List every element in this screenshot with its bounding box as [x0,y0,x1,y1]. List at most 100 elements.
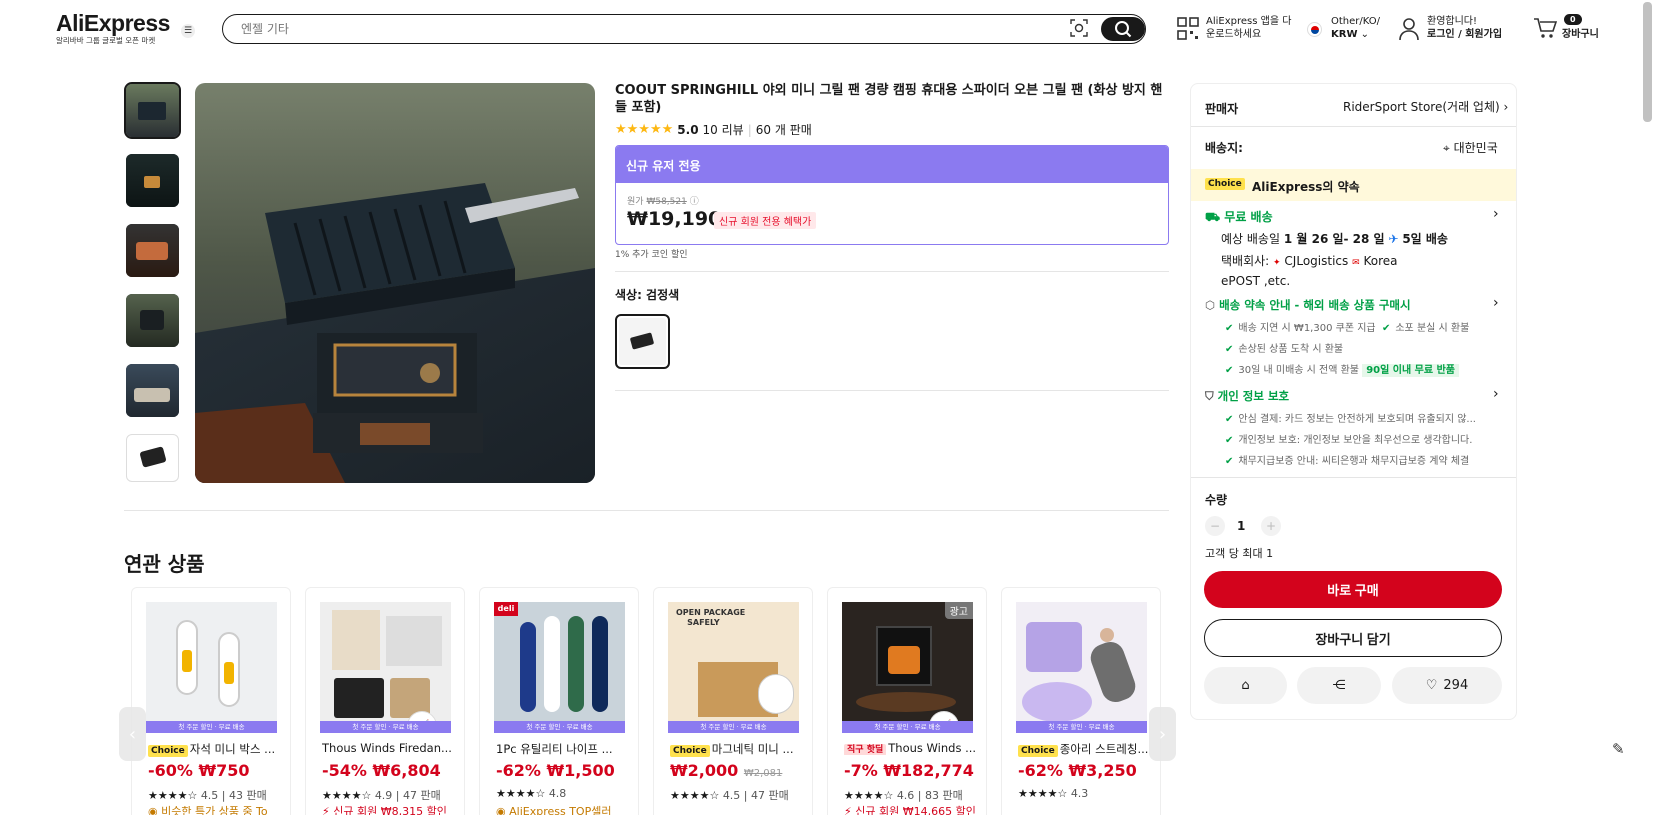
search-button[interactable] [1101,17,1145,41]
store-button[interactable]: ⌂ [1204,667,1287,704]
star-icon: ★★★★☆ [148,789,198,802]
delivery-guarantee-link[interactable]: ⬡ 배송 약속 안내 - 해외 배송 상품 구매시 [1205,297,1411,313]
price: ₩750 [198,761,250,780]
price-tag: 신규 회원 전용 혜택가 [714,212,817,229]
thumbnail-1[interactable] [124,82,181,139]
discount: -62% [496,761,541,780]
add-to-cart-button[interactable]: 장바구니 담기 [1204,619,1502,657]
courier-info: 택배회사: ✦ CJLogistics ✉ Korea ePOST ,etc. [1221,252,1451,290]
product-image-caption: OPEN PACKAGE SAFELY [676,608,746,627]
eta-prefix: 예상 배송일 [1221,232,1281,246]
original-price: ₩2,081 [743,768,783,779]
carousel-prev-button[interactable]: ‹ [119,707,146,761]
divider [124,510,1169,511]
thumbnail-4[interactable] [126,294,179,347]
product-card[interactable]: 첫 주문 할인 · 무료 배송 Choice 자석 미니 박스 ... -60% … [131,587,291,815]
thumbnail-3[interactable] [126,224,179,277]
store-icon: ⌂ [1241,678,1250,693]
original-price-value: ₩58,521 [646,197,687,207]
rating: 4.8 [548,787,567,800]
share-button[interactable]: ⋲ [1297,667,1381,704]
courier-cj: CJLogistics [1284,254,1349,268]
privacy-link[interactable]: ⛉ 개인 정보 보호 [1205,388,1289,404]
price: ₩182,774 [883,761,974,780]
page-scrollbar[interactable] [1643,2,1652,122]
menu-icon[interactable]: ☰ [181,24,195,38]
cart-label[interactable]: 장바구니 [1562,28,1599,41]
user-icon[interactable] [1398,17,1420,41]
shield-icon: ⬡ [1205,298,1216,312]
extra-text: 신규 회원 ₩14,665 할인 [855,805,976,815]
product-card[interactable]: OPEN PACKAGE SAFELY 첫 주문 할인 · 무료 배송 Choi… [653,587,813,815]
quantity-decrease-button[interactable]: − [1205,516,1225,536]
quantity-value[interactable]: 1 [1237,519,1245,533]
locale-selector[interactable]: Other/KO/ KRW ⌄ [1331,15,1380,41]
app-download-line2: 운로드하세요 [1206,29,1262,40]
edit-feedback-icon[interactable]: ✎ [1612,740,1625,758]
rating-row[interactable]: ★★★★★ 5.0 10 리뷰 | 60 개 판매 [615,121,812,138]
product-card[interactable]: 🛒 첫 주문 할인 · 무료 배송 Thous Winds Firedan...… [305,587,465,815]
thumbnail-6[interactable] [126,434,179,482]
promo-strip: 첫 주문 할인 · 무료 배송 [494,721,625,733]
extra-text: 비슷한 특가 상품 중 To [161,805,268,815]
extra-text: AliExpress TOP셀러 [509,805,612,815]
thumbnail-2[interactable] [126,154,179,207]
chevron-left-icon: ‹ [128,723,137,745]
ad-badge: 광고 [944,602,973,619]
guarantee-item: ✔ 손상된 상품 도착 시 환불 [1225,340,1343,355]
cart-icon[interactable] [1533,17,1557,39]
thumbnail-5[interactable] [126,364,179,417]
app-download-link[interactable]: AliExpress 앱을 다 운로드하세요 [1206,15,1291,41]
seller-link[interactable]: RiderSport Store(거래 업체) › [1343,98,1508,115]
color-swatch-black[interactable] [615,314,670,369]
chevron-right-icon[interactable]: › [1493,206,1499,222]
chevron-right-icon: › [1158,723,1167,745]
rating: 4.3 [1070,787,1089,800]
courier-korea: Korea [1363,254,1398,268]
ship-to-selector[interactable]: ⌖ 대한민국 [1443,139,1498,156]
buy-now-button[interactable]: 바로 구매 [1204,571,1502,608]
hot-deal-badge: 직구 핫딜 [844,744,887,755]
extra-text: 신규 회원 ₩8,315 할인 [333,805,447,815]
product-name-text: Thous Winds ... [888,741,976,755]
info-icon[interactable]: ⓘ [690,197,699,207]
truck-icon: ⛟ [1205,210,1221,224]
heart-icon: ♡ [1425,678,1438,693]
privacy-text: 안심 결제: 카드 정보는 안전하게 보호되며 유출되지 않... [1238,414,1476,425]
account-link[interactable]: 환영합니다! 로그인 / 회원가입 [1427,15,1502,41]
product-name: Choice 종아리 스트레칭... [1018,741,1150,757]
epost-logo-icon: ✉ [1352,258,1360,268]
quantity-increase-button[interactable]: + [1261,516,1281,536]
wishlist-button[interactable]: ♡ 294 [1392,667,1502,704]
image-search-icon[interactable] [1070,19,1088,37]
rating: 4.5 [722,789,741,802]
search-bar[interactable] [222,14,1146,44]
review-count[interactable]: 10 리뷰 [703,121,744,138]
currency-text: KRW [1331,29,1358,40]
guarantee-item: ✔ 배송 지연 시 ₩1,300 쿠폰 지급 ✔ 소포 분실 시 환불 [1225,319,1469,334]
chevron-right-icon[interactable]: › [1493,295,1499,311]
main-product-image[interactable] [195,83,595,483]
guarantee-text: 손상된 상품 도착 시 환불 [1238,344,1344,355]
product-card[interactable]: 광고 🛒 첫 주문 할인 · 무료 배송 직구 핫딜Thous Winds ..… [827,587,987,815]
related-products-title: 연관 상품 [124,552,205,576]
carousel-next-button[interactable]: › [1149,707,1176,761]
product-name: Choice 마그네틱 미니 ... [670,741,802,757]
logo-subtitle: 알리바바 그룹 글로벌 오픈 마켓 [56,36,156,45]
promo-strip: 첫 주문 할인 · 무료 배송 [320,721,451,733]
product-card[interactable]: deli 첫 주문 할인 · 무료 배송 1Pc 유틸리티 나이프 ... -6… [479,587,639,815]
discount: -54% [322,761,367,780]
product-price: -60% ₩750 [148,761,250,780]
product-card[interactable]: 첫 주문 할인 · 무료 배송 Choice 종아리 스트레칭... -62% ₩… [1001,587,1161,815]
check-icon: ✔ [1225,435,1234,446]
free-shipping-link[interactable]: ⛟ 무료 배송 [1205,208,1273,226]
product-name: Thous Winds Firedan... [322,741,452,755]
qr-code-icon[interactable] [1177,17,1199,41]
search-input[interactable] [241,19,1001,39]
chevron-right-icon[interactable]: › [1493,386,1499,402]
check-icon: ✔ [1225,414,1234,425]
guarantee-text: 배송 지연 시 ₩1,300 쿠폰 지급 [1238,323,1376,334]
aliexpress-logo[interactable]: AliExpress [56,10,170,37]
product-image: OPEN PACKAGE SAFELY [668,602,799,733]
price: ₩2,000 [670,761,739,780]
